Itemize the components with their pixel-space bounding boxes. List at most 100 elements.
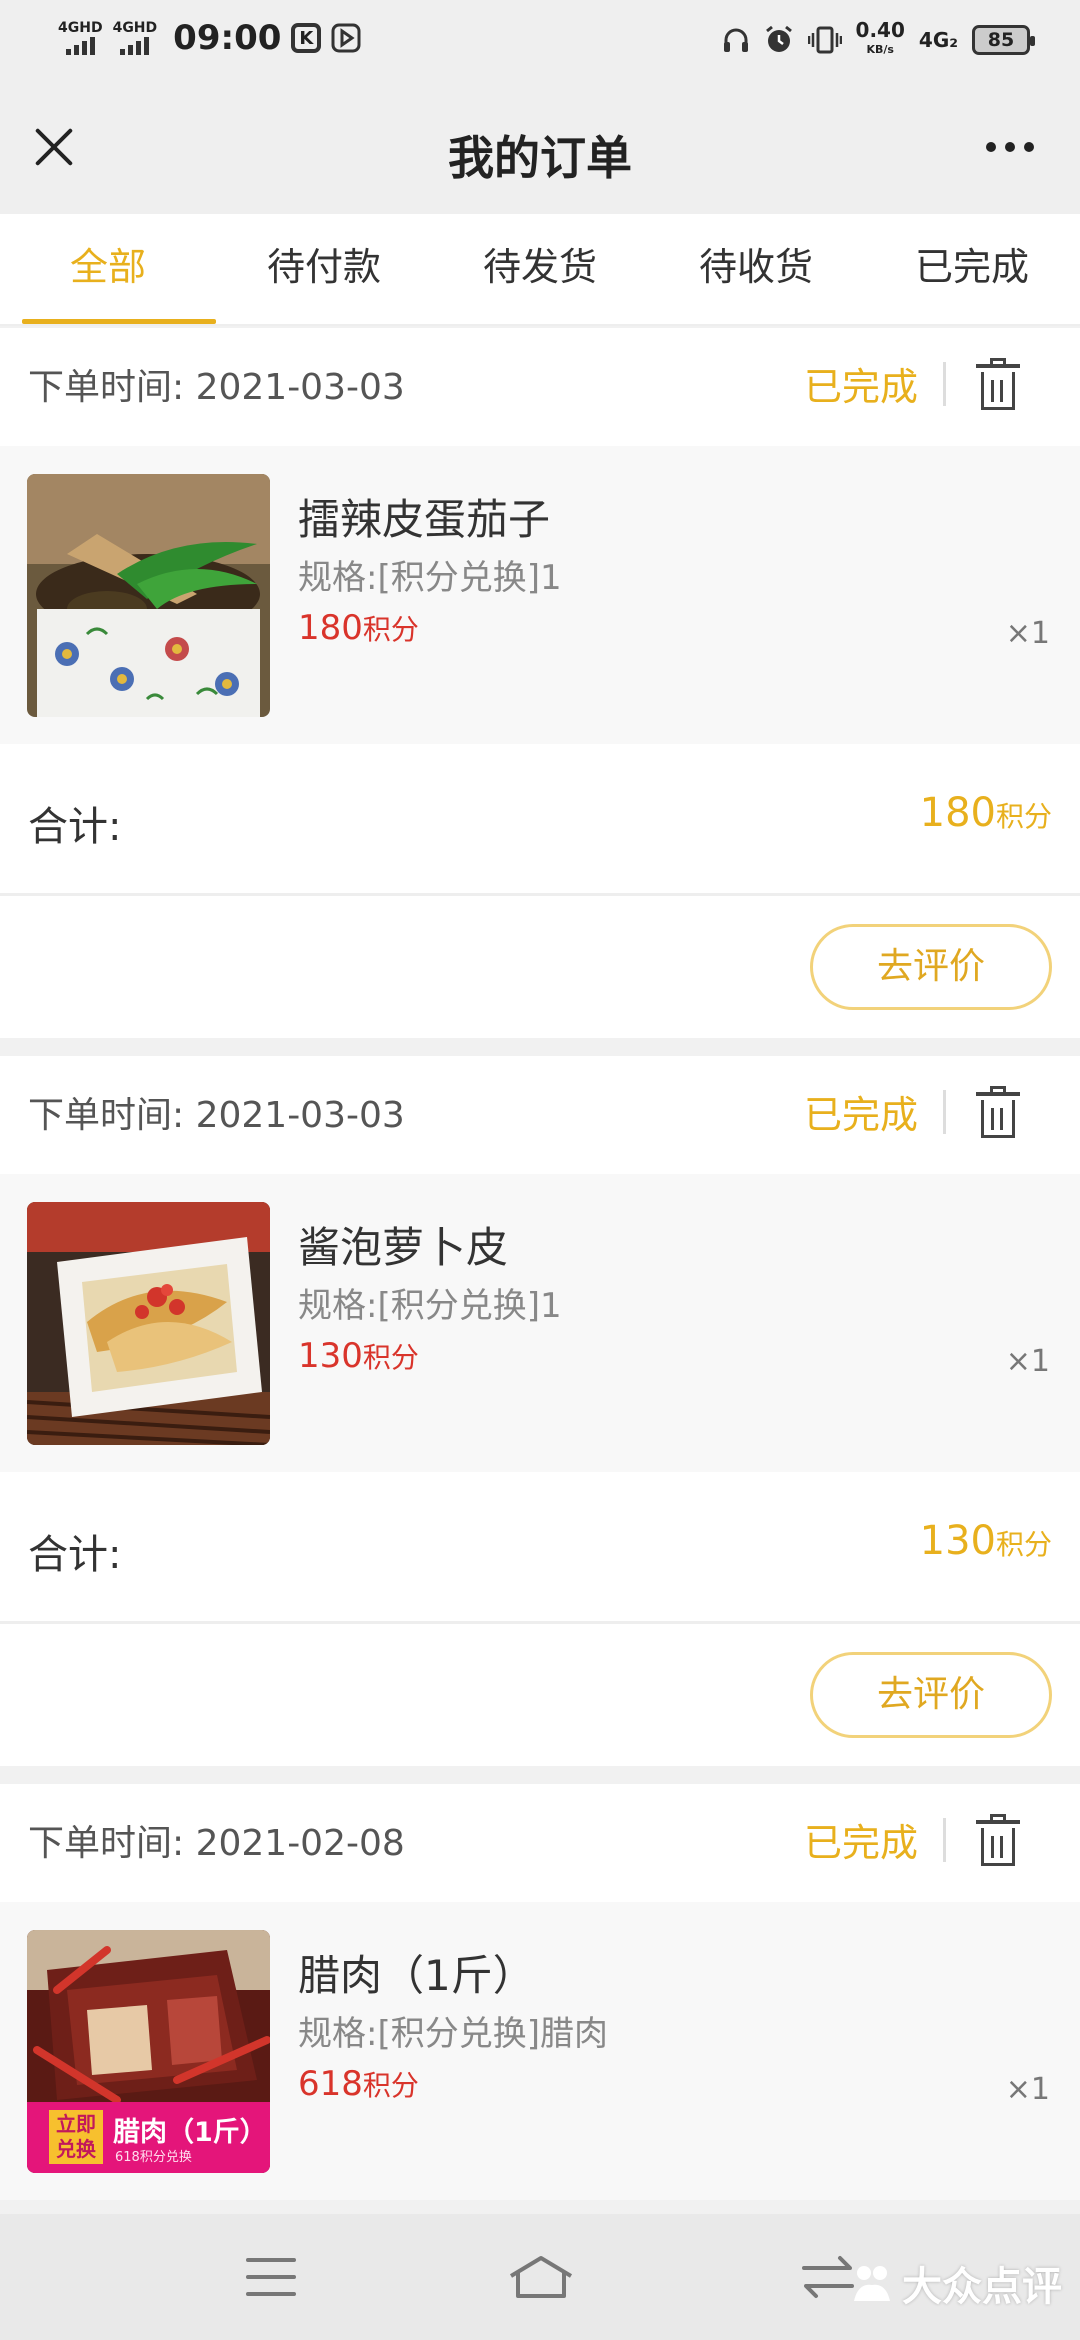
order-header: 下单时间: 2021-03-03 已完成	[0, 328, 1080, 446]
order-actions: 去评价	[0, 1624, 1080, 1766]
badge-subtitle: 618积分兑换	[115, 2150, 192, 2165]
app-header: 我的订单	[0, 84, 1080, 214]
network-type-4g: 4G₂	[918, 28, 958, 52]
order-status: 已完成	[803, 1821, 918, 1865]
order-date: 下单时间: 2021-03-03	[28, 358, 405, 410]
menu-icon[interactable]	[246, 2258, 296, 2296]
total-label: 合计:	[28, 804, 122, 850]
more-icon[interactable]	[986, 142, 1034, 152]
signal-indicator-2: 4GHD	[112, 20, 158, 55]
signal-indicator-1: 4GHD	[58, 21, 103, 55]
home-icon[interactable]	[508, 2254, 574, 2300]
product-price: 180积分	[298, 608, 419, 648]
product-price: 130积分	[298, 1336, 419, 1376]
date-value: 2021-03-03	[195, 367, 405, 408]
badge-title: 腊肉（1斤）	[113, 2117, 267, 2148]
product-quantity: ×1	[1005, 1344, 1050, 1379]
order-item[interactable]: 酱泡萝卜皮 规格:[积分兑换]1 130积分 ×1	[0, 1174, 1080, 1472]
date-value: 2021-03-03	[195, 1095, 405, 1136]
battery-icon: 85	[972, 25, 1035, 55]
back-icon[interactable]	[800, 2254, 856, 2300]
signal-bars-icon	[65, 35, 95, 55]
trash-icon[interactable]	[976, 1814, 1020, 1866]
total-amount: 180	[919, 790, 996, 836]
trash-icon[interactable]	[976, 1086, 1020, 1138]
network-speed: 0.40 KB/s	[856, 20, 905, 60]
play-icon	[331, 23, 361, 53]
app-k-icon: K	[291, 23, 322, 53]
divider	[943, 362, 946, 406]
price-value: 180	[298, 608, 363, 648]
divider	[943, 1818, 946, 1862]
price-value: 618	[298, 2064, 363, 2104]
order-total: 合计: 130积分	[0, 1472, 1080, 1624]
total-label: 合计:	[28, 1532, 122, 1578]
tab-pending-shipment[interactable]: 待发货	[432, 214, 648, 324]
headphones-icon	[723, 28, 748, 52]
total-amount: 130	[919, 1518, 996, 1564]
status-bar: 4GHD 4GHD 09:00 K 0.40 KB/s 4G₂ 85	[0, 0, 1080, 84]
order-list: 下单时间: 2021-03-03 已完成 擂辣皮蛋茄子 规格:[积分兑换]1 1…	[0, 328, 1080, 2218]
order-total: 合计: 180积分	[0, 744, 1080, 896]
date-prefix: 下单时间:	[28, 1823, 196, 1864]
product-name: 擂辣皮蛋茄子	[298, 495, 551, 544]
product-quantity: ×1	[1005, 2072, 1050, 2107]
order-header: 下单时间: 2021-03-03 已完成	[0, 1056, 1080, 1174]
watermark: 大众点评	[850, 2254, 1062, 2312]
date-prefix: 下单时间:	[28, 367, 196, 408]
total-value: 130积分	[920, 1518, 1052, 1564]
divider	[943, 1090, 946, 1134]
date-prefix: 下单时间:	[28, 1095, 196, 1136]
order-date: 下单时间: 2021-02-08	[28, 1814, 405, 1866]
clock: 09:00	[173, 18, 282, 58]
price-unit: 积分	[362, 1341, 419, 1374]
product-quantity: ×1	[1005, 616, 1050, 651]
network-type-label: 4GHD	[112, 20, 158, 36]
product-image	[27, 474, 270, 717]
tab-all[interactable]: 全部	[0, 214, 216, 324]
order-status: 已完成	[803, 365, 918, 409]
system-nav-bar: 大众点评	[0, 2214, 1080, 2340]
alarm-icon	[765, 25, 792, 52]
trash-icon[interactable]	[976, 358, 1020, 410]
watermark-text: 大众点评	[902, 2264, 1062, 2310]
product-image: 立即兑换 腊肉（1斤） 618积分兑换	[27, 1930, 270, 2173]
screen: 4GHD 4GHD 09:00 K 0.40 KB/s 4G₂ 85 我的订单 …	[0, 0, 1080, 2340]
page-title: 我的订单	[448, 131, 632, 185]
product-name: 酱泡萝卜皮	[298, 1223, 509, 1272]
product-price: 618积分	[298, 2064, 419, 2104]
redeem-badge: 立即兑换	[56, 2112, 96, 2161]
product-spec: 规格:[积分兑换]腊肉	[298, 2014, 608, 2054]
tab-pending-payment[interactable]: 待付款	[216, 214, 432, 324]
signal-bars-icon	[120, 35, 150, 55]
review-button[interactable]: 去评价	[810, 924, 1052, 1010]
order-header: 下单时间: 2021-02-08 已完成	[0, 1784, 1080, 1902]
tab-pending-receipt[interactable]: 待收货	[648, 214, 864, 324]
speed-value: 0.40	[855, 18, 905, 42]
price-unit: 积分	[362, 613, 419, 646]
network-type-label: 4GHD	[58, 20, 103, 36]
product-name: 腊肉（1斤）	[298, 1951, 535, 2000]
order-item[interactable]: 擂辣皮蛋茄子 规格:[积分兑换]1 180积分 ×1	[0, 446, 1080, 744]
product-image	[27, 1202, 270, 1445]
review-button[interactable]: 去评价	[810, 1652, 1052, 1738]
date-value: 2021-02-08	[195, 1823, 405, 1864]
price-unit: 积分	[362, 2069, 419, 2102]
order-item[interactable]: 立即兑换 腊肉（1斤） 618积分兑换 腊肉（1斤） 规格:[积分兑换]腊肉 6…	[0, 1902, 1080, 2200]
total-value: 180积分	[920, 790, 1052, 836]
product-spec: 规格:[积分兑换]1	[298, 558, 562, 598]
order-status: 已完成	[803, 1093, 918, 1137]
speed-unit: KB/s	[866, 43, 894, 56]
order-card: 下单时间: 2021-03-03 已完成	[0, 328, 1080, 1038]
vibrate-icon	[807, 26, 842, 54]
tab-completed[interactable]: 已完成	[864, 214, 1080, 324]
battery-level: 85	[987, 29, 1015, 51]
dianping-logo-icon	[854, 2266, 890, 2301]
product-spec: 规格:[积分兑换]1	[298, 1286, 562, 1326]
order-card: 下单时间: 2021-02-08 已完成 立即兑换 腊肉（1斤） 618积分兑换…	[0, 1784, 1080, 2200]
price-value: 130	[298, 1336, 363, 1376]
order-tabs: 全部 待付款 待发货 待收货 已完成	[0, 214, 1080, 326]
order-actions: 去评价	[0, 896, 1080, 1038]
total-unit: 积分	[995, 1528, 1052, 1561]
order-card: 下单时间: 2021-03-03 已完成	[0, 1056, 1080, 1766]
